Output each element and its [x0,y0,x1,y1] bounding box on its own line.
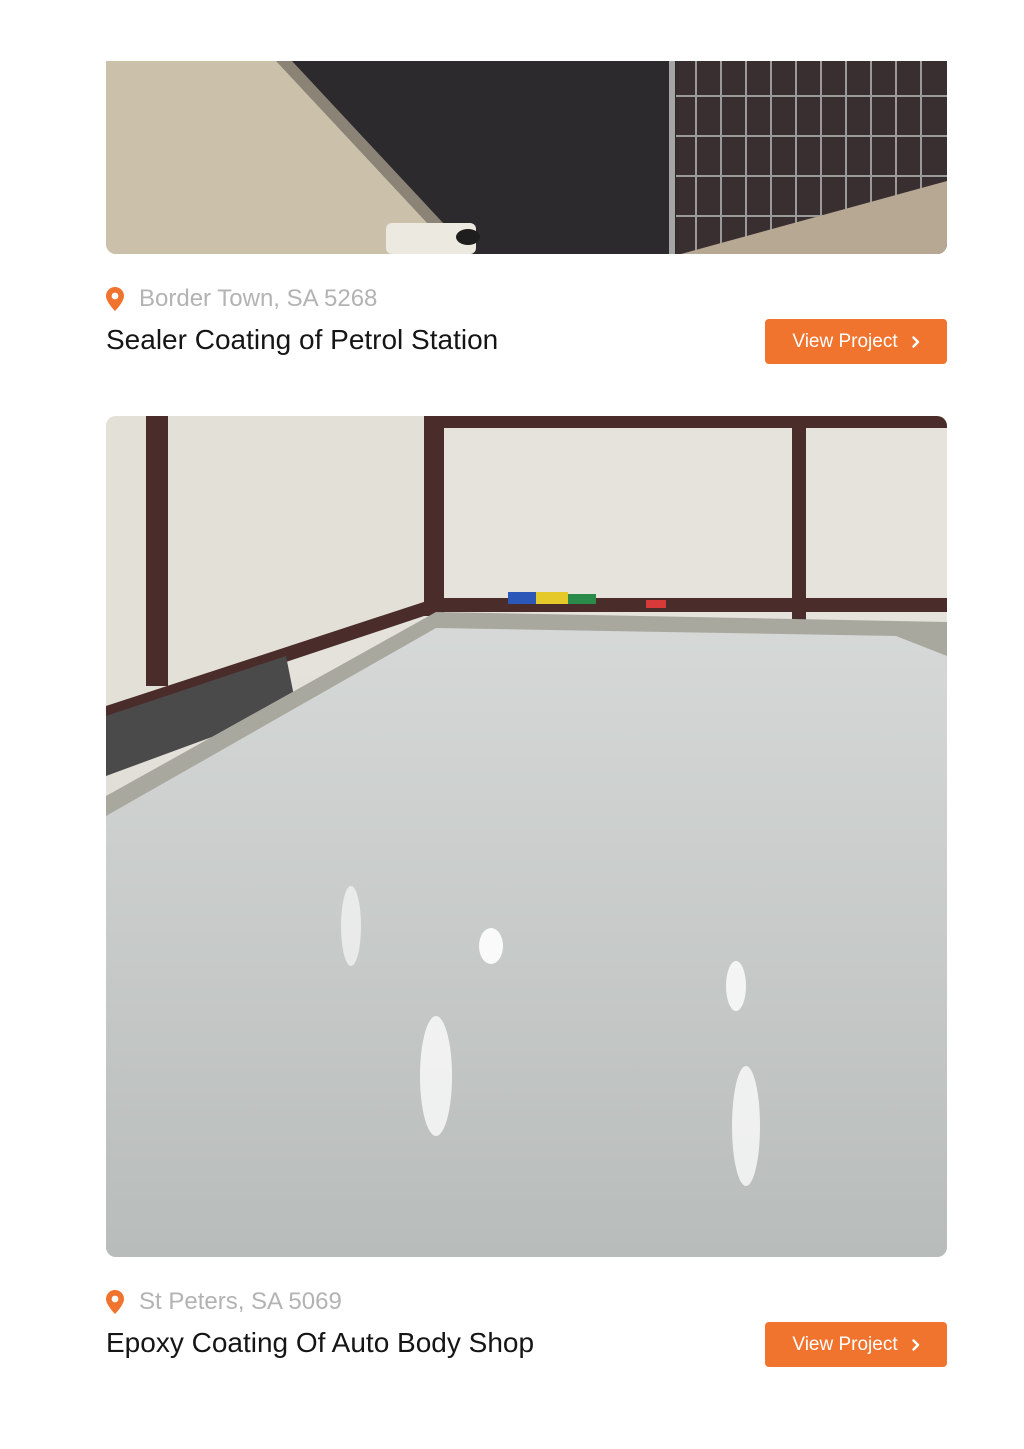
project-title: Sealer Coating of Petrol Station [106,324,499,355]
project-image-petrol-station[interactable] [106,61,947,254]
chevron-right-icon [911,335,920,348]
location-text: Border Town, SA 5268 [139,285,378,312]
view-project-label: View Project [792,330,898,352]
view-project-button[interactable]: View Project [765,1322,947,1367]
view-project-label: View Project [792,1333,898,1355]
map-pin-icon [106,1290,124,1314]
location-row: St Peters, SA 5069 [106,1287,947,1317]
project-title: Epoxy Coating Of Auto Body Shop [106,1327,535,1358]
map-pin-icon [106,287,124,311]
project-image-auto-body-shop[interactable] [106,416,947,1257]
project-card-1: Border Town, SA 5268 Sealer Coating of P… [106,284,947,364]
location-text: St Peters, SA 5069 [139,1288,342,1315]
chevron-right-icon [911,1338,920,1351]
project-card-2: St Peters, SA 5069 Epoxy Coating Of Auto… [106,1287,947,1367]
location-row: Border Town, SA 5268 [106,284,947,314]
view-project-button[interactable]: View Project [765,319,947,364]
